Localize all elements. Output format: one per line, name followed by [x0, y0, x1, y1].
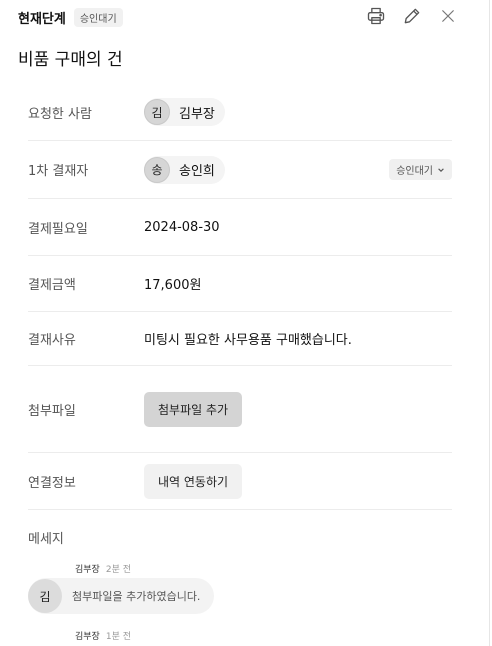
header: 현재단계 승인대기: [18, 6, 123, 28]
due-date-label: 결제필요일: [28, 221, 88, 237]
add-attachment-button[interactable]: 첨부파일 추가: [144, 391, 243, 427]
amount-value: 17,600원: [144, 278, 202, 293]
approval-form: 요청한 사람 김 김부장 1차 결재자 송 송인희 승인대기 결제필요일 202…: [28, 84, 452, 510]
header-actions: [365, 5, 459, 27]
approver-name: 송인희: [179, 164, 215, 179]
due-date-row: 결제필요일 2024-08-30: [28, 199, 452, 256]
approval-status-label: 승인대기: [396, 166, 433, 177]
message-author: 김부장: [75, 565, 100, 575]
link-history-button[interactable]: 내역 연동하기: [144, 463, 243, 499]
edit-button[interactable]: [401, 5, 423, 27]
close-button[interactable]: [437, 5, 459, 27]
message-meta: 김부장 2분 전: [75, 562, 131, 575]
due-date-value: 2024-08-30: [144, 219, 220, 235]
approver-label: 1차 결재자: [28, 164, 89, 179]
requester-label: 요청한 사람: [28, 106, 92, 122]
avatar: 김: [28, 579, 62, 613]
chevron-down-icon: [438, 167, 444, 172]
attachment-row: 첨부파일 첨부파일 추가: [28, 366, 452, 453]
message-meta: 김부장 1분 전: [75, 629, 131, 642]
approver-chip[interactable]: 송 송인희: [144, 155, 225, 184]
message-time: 2분 전: [105, 565, 131, 575]
amount-label: 결제금액: [28, 278, 76, 293]
avatar: 김: [144, 99, 170, 125]
pencil-icon: [404, 8, 420, 24]
close-icon: [442, 10, 454, 22]
reason-label: 결재사유: [28, 333, 76, 348]
requester-chip[interactable]: 김 김부장: [144, 98, 225, 126]
document-title: 비품 구매의 건: [18, 50, 123, 70]
requester-name: 김부장: [179, 106, 215, 122]
approver-value: 송 송인희: [144, 155, 225, 184]
attachment-label: 첨부파일: [28, 403, 76, 419]
stage-title: 현재단계: [18, 11, 66, 27]
print-icon: [367, 7, 385, 25]
message-time: 1분 전: [105, 632, 131, 642]
reason-value: 미팅시 필요한 사무용품 구매했습니다.: [144, 333, 352, 348]
print-button[interactable]: [365, 5, 387, 27]
avatar: 송: [144, 156, 170, 183]
message-bubble: 김 첨부파일을 추가하였습니다.: [28, 578, 215, 614]
approval-detail-panel: 현재단계 승인대기 비품 구매의 건 요청한 사람 김 김부장 1차 결재자 송…: [0, 0, 490, 646]
stage-badge: 승인대기: [73, 7, 123, 27]
message-author: 김부장: [75, 632, 100, 642]
messages-label: 메세지: [28, 532, 64, 547]
approval-status-dropdown[interactable]: 승인대기: [389, 159, 452, 180]
approver-row: 1차 결재자 송 송인희 승인대기: [28, 141, 452, 199]
link-row: 연결정보 내역 연동하기: [28, 453, 452, 510]
amount-row: 결제금액 17,600원: [28, 256, 452, 312]
requester-row: 요청한 사람 김 김부장: [28, 84, 452, 141]
message-text: 첨부파일을 추가하였습니다.: [72, 590, 201, 603]
reason-row: 결재사유 미팅시 필요한 사무용품 구매했습니다.: [28, 312, 452, 366]
requester-value: 김 김부장: [144, 98, 225, 126]
link-label: 연결정보: [28, 475, 76, 491]
